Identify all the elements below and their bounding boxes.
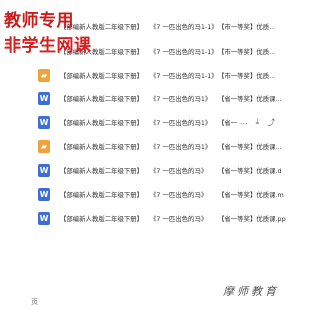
file-name-part-c: 【市一等奖】优质...	[218, 47, 276, 56]
word-doc-icon: W	[38, 211, 50, 225]
file-row[interactable]: W 【部编新人教版二年级下册】 《7 一匹出色的马》 【省一等奖】优质课.pp	[0, 206, 310, 230]
file-name-part-a: 【部编新人教版二年级下册】	[60, 71, 144, 80]
file-name-part-c: 【省一等奖】优质课...	[218, 142, 282, 151]
file-row[interactable]: ▰ 【部编新人教版二年级下册】 《7 一匹出色的马1-1》 【市一等奖】优质..…	[0, 63, 310, 87]
word-doc-icon: W	[38, 163, 50, 177]
file-name-part-c: 【省一等奖】优质课.pp	[218, 214, 286, 223]
file-name-part-b: 《7 一匹出色的马1》	[150, 94, 212, 103]
file-name-part-b: 《7 一匹出色的马1》	[150, 118, 212, 127]
file-row[interactable]: W 【部编新人教版二年级下册】 《7 一匹出色的马1》 【省一 ... ⤓ ⤴	[0, 110, 310, 134]
pdf-icon: ▰	[38, 139, 50, 153]
pdf-icon: ▰	[38, 68, 50, 82]
file-row[interactable]: ▰ 【部编新人教版二年级下册】 《7 一匹出色的马1》 【省一等奖】优质课...	[0, 134, 310, 158]
file-name-part-c: 【省一	[218, 118, 238, 127]
file-name-part-b: 《7 一匹出色的马1-1》	[150, 22, 218, 31]
word-doc-icon: W	[38, 91, 50, 105]
file-name-part-a: 【部编新人教版二年级下册】	[60, 190, 144, 199]
file-name-part-c: 【省一等奖】优质课.m	[218, 190, 284, 199]
file-name-part-a: 【部编新人教版二年级下册】	[60, 214, 144, 223]
file-name-part-b: 《7 一匹出色的马》	[150, 166, 208, 175]
file-name-part-a: 【部编新人教版二年级下册】	[60, 166, 144, 175]
word-doc-icon: W	[38, 115, 50, 129]
file-name-part-b: 《7 一匹出色的马1-1》	[150, 71, 218, 80]
page-label: 页	[31, 298, 38, 306]
file-name-part-c: 【市一等奖】优质...	[218, 22, 276, 31]
file-row[interactable]: W 【部编新人教版二年级下册】 《7 一匹出色的马1》 【省一等奖】优质课...	[0, 86, 310, 110]
more-icon[interactable]: ...	[240, 117, 248, 128]
file-name-part-c: 【省一等奖】优质课...	[218, 94, 282, 103]
file-row[interactable]: W 【部编新人教版二年级下册】 《7 一匹出色的马》 【省一等奖】优质课.d	[0, 158, 310, 182]
file-name-part-c: 【市一等奖】优质...	[218, 71, 276, 80]
file-name-part-b: 《7 一匹出色的马1》	[150, 142, 212, 151]
file-name-part-a: 【部编新人教版二年级下册】	[60, 94, 144, 103]
file-name-part-a: 【部编新人教版二年级下册】	[60, 118, 144, 127]
watermark-bottom: 摩师教育	[223, 285, 279, 298]
file-name-part-b: 《7 一匹出色的马1-1》	[150, 47, 218, 56]
file-row[interactable]: W 【部编新人教版二年级下册】 《7 一匹出色的马》 【省一等奖】优质课.m	[0, 182, 310, 206]
word-doc-icon: W	[38, 187, 50, 201]
file-name-part-a: 【部编新人教版二年级下册】	[60, 142, 144, 151]
share-icon[interactable]: ⤴	[267, 117, 275, 128]
watermark-top: 教师专用 非学生网课	[0, 0, 91, 62]
file-name-part-c: 【省一等奖】优质课.d	[218, 166, 282, 175]
watermark-line-2: 非学生网课	[4, 36, 92, 56]
download-icon[interactable]: ⤓	[256, 117, 260, 128]
watermark-line-1: 教师专用	[4, 11, 74, 31]
file-name-part-b: 《7 一匹出色的马》	[150, 190, 208, 199]
row-actions: ... ⤓ ⤴	[240, 117, 275, 128]
file-name-part-b: 《7 一匹出色的马》	[150, 214, 208, 223]
